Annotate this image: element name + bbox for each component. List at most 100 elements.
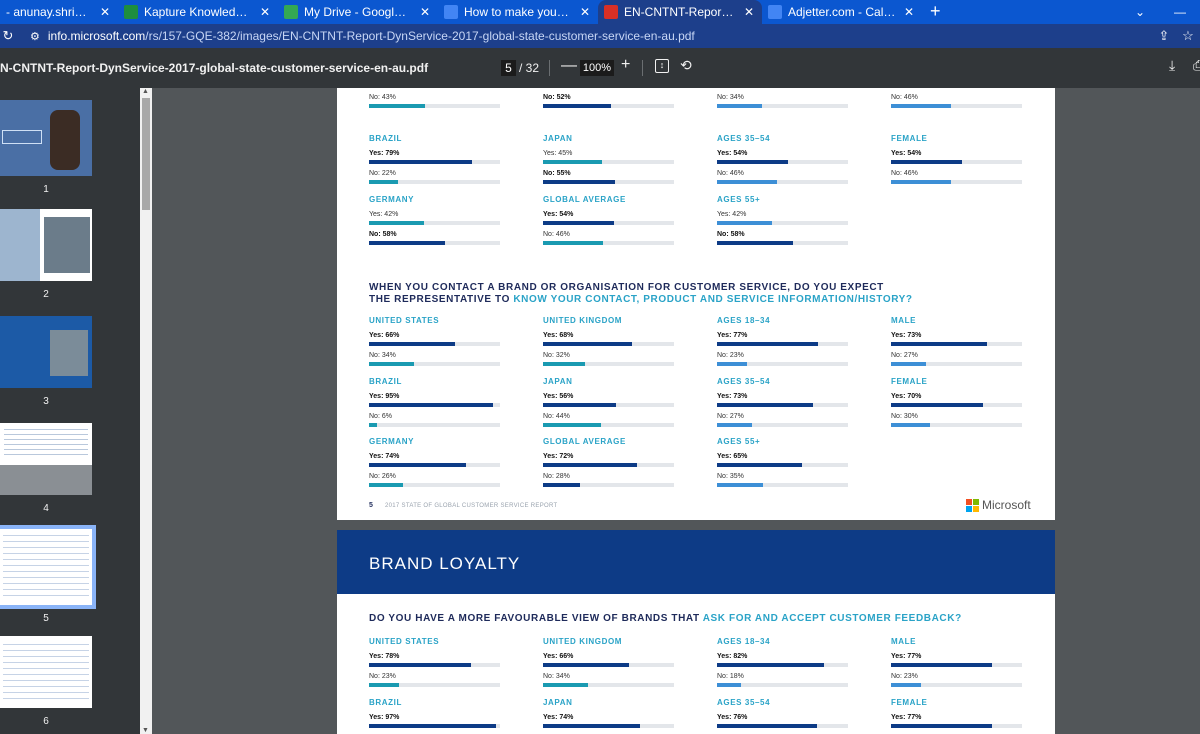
- stat-bar-track: [543, 683, 674, 687]
- page-thumbnail[interactable]: [0, 209, 92, 281]
- stat-group: Yes: 66%No: 34%: [717, 88, 857, 114]
- url-path: /rs/157-GQE-382/images/EN-CNTNT-Report-D…: [145, 29, 695, 43]
- tab-strip: - anunay.shrivastava@kapt✕Kapture Knowle…: [0, 0, 1200, 24]
- zoom-input[interactable]: 100%: [580, 60, 614, 76]
- stat-label: Yes: 95%: [369, 393, 400, 400]
- tab-search-icon[interactable]: ⌄: [1120, 5, 1160, 19]
- stat-label: No: 34%: [543, 673, 570, 680]
- scroll-down-icon[interactable]: ▼: [142, 727, 149, 734]
- page-thumbnail[interactable]: [0, 316, 92, 388]
- stat-bar-fill: [891, 180, 952, 184]
- stat-row: Yes: 79%: [369, 150, 509, 170]
- stat-row: Yes: 72%: [543, 453, 683, 473]
- browser-tab[interactable]: Kapture Knowledge hub - Google ✕: [118, 0, 278, 24]
- stat-bar-fill: [369, 483, 404, 487]
- stat-bar-track: [891, 724, 1022, 728]
- url-field[interactable]: info.microsoft.com/rs/157-GQE-382/images…: [48, 29, 695, 43]
- tab-title: EN-CNTNT-Report-DynService-2: [624, 5, 736, 19]
- stat-bar-track: [543, 160, 674, 164]
- tab-close-icon[interactable]: ✕: [742, 5, 756, 19]
- stat-group: GLOBAL AVERAGE Yes: 72% No: 28%: [543, 437, 683, 493]
- pdf-title: N-CNTNT-Report-DynService-2017-global-st…: [0, 61, 429, 75]
- stat-row: No: 46%: [717, 170, 857, 190]
- stat-bar-fill: [543, 483, 580, 487]
- fit-page-icon[interactable]: ↕: [655, 59, 669, 73]
- stat-bar-fill: [369, 342, 456, 346]
- stat-row: Yes: 45%: [543, 150, 683, 170]
- rotate-icon[interactable]: ⟲: [680, 57, 692, 74]
- print-icon[interactable]: ⎙: [1193, 57, 1200, 74]
- stat-label: No: 28%: [543, 473, 570, 480]
- tab-close-icon[interactable]: ✕: [578, 5, 592, 19]
- stat-label: Yes: 79%: [369, 150, 400, 157]
- stat-label: No: 26%: [369, 473, 396, 480]
- share-icon[interactable]: ⇪: [1152, 28, 1176, 44]
- thumbnail-page-number: 3: [43, 396, 49, 407]
- site-info-icon[interactable]: ⚙: [30, 30, 40, 43]
- stat-bar-track: [717, 342, 848, 346]
- browser-tab[interactable]: - anunay.shrivastava@kapt ✕: [0, 0, 118, 24]
- download-icon[interactable]: ⤓: [1169, 57, 1175, 74]
- scroll-up-icon[interactable]: ▲: [142, 88, 149, 95]
- question-heading: DO YOU HAVE A MORE FAVOURABLE VIEW OF BR…: [369, 613, 962, 625]
- browser-tab[interactable]: EN-CNTNT-Report-DynService-2 ✕: [598, 0, 762, 24]
- stat-bar-fill: [891, 362, 927, 366]
- stat-bar-track: [543, 362, 674, 366]
- stat-group: AGES 55+ Yes: 65% No: 35%: [717, 437, 857, 493]
- browser-tab[interactable]: How to make your support effic ✕: [438, 0, 598, 24]
- stat-label: No: 32%: [543, 352, 570, 359]
- zoom-in-button[interactable]: +: [621, 56, 630, 74]
- tab-favicon-icon: [768, 5, 782, 19]
- page-thumbnail[interactable]: [0, 525, 96, 609]
- stat-bar-fill: [717, 483, 763, 487]
- minimize-icon[interactable]: —: [1160, 5, 1200, 19]
- stat-group-title: FEMALE: [891, 134, 928, 143]
- browser-tab[interactable]: My Drive - Google Drive ✕: [278, 0, 438, 24]
- page-number-input[interactable]: 5: [501, 60, 516, 76]
- tab-close-icon[interactable]: ✕: [98, 5, 112, 19]
- zoom-out-button[interactable]: —: [561, 57, 577, 75]
- page-thumbnail[interactable]: [0, 423, 92, 495]
- address-bar: ↻ ⚙ info.microsoft.com/rs/157-GQE-382/im…: [0, 24, 1200, 48]
- stat-bar-fill: [891, 160, 962, 164]
- page-thumbnail[interactable]: [0, 100, 92, 176]
- tab-close-icon[interactable]: ✕: [418, 5, 432, 19]
- stat-bar-fill: [369, 663, 472, 667]
- stat-group: AGES 55+ Yes: 42% No: 58%: [717, 195, 857, 251]
- stat-row: No: 30%: [891, 413, 1031, 433]
- bookmark-star-icon[interactable]: ☆: [1176, 28, 1200, 44]
- tab-close-icon[interactable]: ✕: [258, 5, 272, 19]
- stat-bar-fill: [369, 241, 445, 245]
- stat-row: Yes: 54%: [891, 150, 1031, 170]
- stat-group: BRAZIL Yes: 95% No: 6%: [369, 377, 509, 433]
- stat-bar-fill: [369, 362, 414, 366]
- stat-label: Yes: 97%: [369, 714, 400, 721]
- browser-tab[interactable]: Adjetter.com - Calendar - Week ✕: [762, 0, 922, 24]
- stat-label: No: 44%: [543, 413, 570, 420]
- stat-label: Yes: 70%: [891, 393, 922, 400]
- stat-row: Yes: 74%: [369, 453, 509, 473]
- new-tab-button[interactable]: +: [930, 0, 941, 24]
- stat-label: Yes: 82%: [717, 653, 748, 660]
- stat-bar-fill: [369, 403, 494, 407]
- thumbnail-page-number: 6: [43, 716, 49, 727]
- stat-bar-track: [543, 463, 674, 467]
- tab-close-icon[interactable]: ✕: [902, 5, 916, 19]
- stat-row: Yes: 56%: [543, 393, 683, 413]
- stat-group: GERMANY Yes: 42% No: 58%: [369, 195, 509, 251]
- scrollbar-thumb[interactable]: [142, 98, 150, 210]
- reload-icon[interactable]: ↻: [0, 28, 16, 44]
- tab-title: - anunay.shrivastava@kapt: [6, 5, 92, 19]
- pdf-page-6: DO YOU HAVE A MORE FAVOURABLE VIEW OF BR…: [337, 594, 1055, 734]
- stat-bar-fill: [369, 683, 400, 687]
- stat-row: No: 27%: [717, 413, 857, 433]
- stat-bar-track: [369, 180, 500, 184]
- sidebar-scrollbar[interactable]: ▲ ▼: [140, 88, 152, 734]
- stat-row: Yes: 42%: [369, 211, 509, 231]
- stat-row: No: 58%: [369, 231, 509, 251]
- stat-label: No: 34%: [369, 352, 396, 359]
- page-thumbnail[interactable]: [0, 636, 92, 708]
- stat-label: No: 46%: [543, 231, 570, 238]
- stat-group: Yes: 54%No: 46%: [891, 88, 1031, 114]
- stat-bar-track: [369, 221, 500, 225]
